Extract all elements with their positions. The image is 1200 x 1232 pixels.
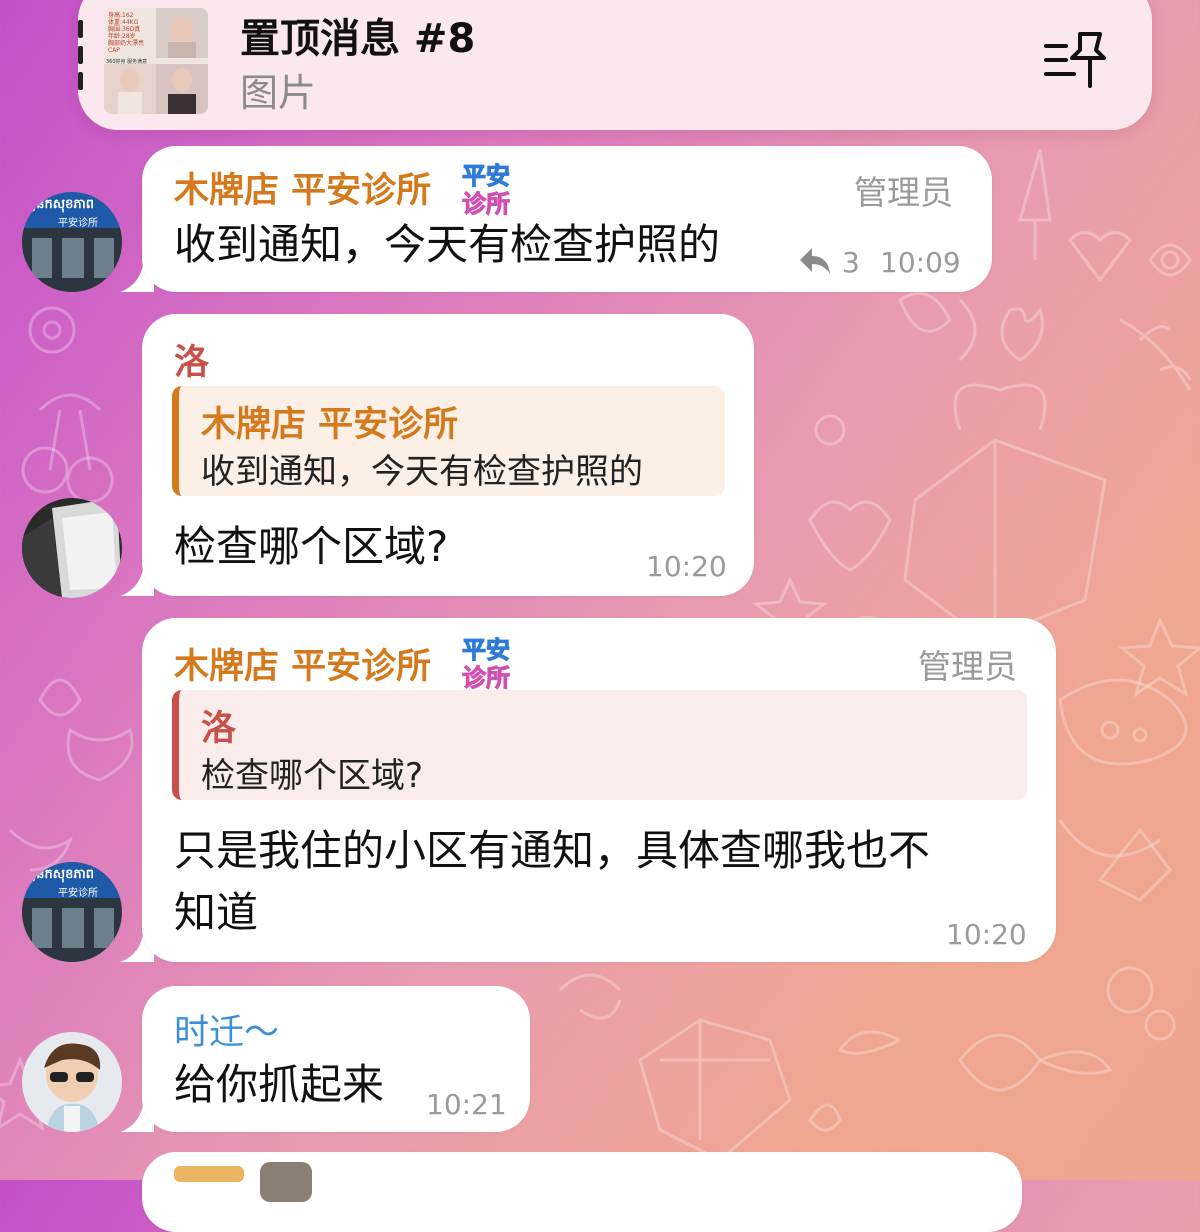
thumb-line: 360好身 服务满意 — [106, 59, 148, 65]
reply-count[interactable]: 3 — [842, 246, 860, 279]
admin-label: 管理员 — [854, 173, 953, 212]
sender-name[interactable]: 洛 — [174, 334, 209, 385]
quoted-text: 收到通知，今天有检查护照的 — [201, 452, 643, 492]
avatar-sign-text: គ្លីនិកសុខភាព — [28, 867, 95, 882]
quoted-sender: 洛 — [201, 709, 237, 749]
sender-name[interactable]: 木牌店 平安诊所 — [174, 162, 431, 213]
message-text: 给你抓起来 — [174, 1060, 385, 1109]
message-time: 10:20 — [946, 918, 1027, 951]
admin-label: 管理员 — [918, 647, 1017, 686]
avatar-sign-text: គ្លីនិកសុខភាព — [28, 197, 95, 212]
clinic-badge-icon: 平安 诊所 — [460, 156, 524, 219]
sender-avatar[interactable]: គ្លីនិកសុខភាព 平安诊所 — [22, 192, 122, 292]
avatar-sign-text: 平安诊所 — [58, 218, 98, 229]
quoted-sender: 木牌店 平安诊所 — [201, 405, 459, 445]
thumb-line: CAP — [108, 47, 120, 54]
message-bubble[interactable]: 洛 木牌店 平安诊所 收到通知，今天有检查护照的 检查哪个区域? 10:20 — [142, 314, 754, 596]
quoted-reply[interactable]: 木牌店 平安诊所 收到通知，今天有检查护照的 — [172, 386, 725, 496]
message-bubble[interactable]: 木牌店 平安诊所 平安 诊所 管理员 洛 检查哪个区域? 只是我住的小区有通知，… — [142, 618, 1056, 962]
message-time: 10:09 — [880, 246, 961, 279]
clinic-badge-icon: 平安 诊所 — [460, 630, 524, 693]
message-text: 收到通知，今天有检查护照的 — [174, 220, 721, 269]
message-bubble-partial[interactable] — [142, 1152, 1022, 1232]
sender-avatar[interactable] — [22, 498, 122, 598]
reply-arrow-icon — [798, 246, 832, 276]
message-time: 10:21 — [426, 1088, 507, 1121]
avatar-sign-text: 平安诊所 — [58, 888, 98, 899]
message-bubble[interactable]: 时迁～ 给你抓起来 10:21 — [142, 986, 530, 1132]
message-bubble[interactable]: 木牌店 平安诊所 平安 诊所 管理员 收到通知，今天有检查护照的 3 10:09 — [142, 146, 992, 292]
pinned-message-bar[interactable]: 身高:162 体重:44KG 胸围:36D真 年龄:28岁 胸部奶大漂亮 CAP… — [78, 0, 1152, 130]
pinned-title: 置顶消息 #8 — [240, 16, 476, 62]
message-time: 10:20 — [646, 550, 727, 583]
sender-name[interactable]: 时迁～ — [174, 1004, 279, 1055]
message-text-line: 知道 — [174, 888, 259, 937]
thumb-line: 胸围:36D真 — [108, 26, 141, 33]
sender-avatar[interactable] — [22, 1032, 122, 1132]
thumb-line: 胸部奶大漂亮 — [108, 40, 145, 47]
thumb-line: 身高:162 — [108, 12, 134, 19]
pinned-list-icon[interactable] — [1044, 30, 1108, 90]
message-text: 检查哪个区域? — [174, 522, 449, 571]
sender-sticker-icon — [260, 1162, 312, 1202]
sender-avatar[interactable]: គ្លីនិកសុខភាព 平安诊所 — [22, 862, 122, 962]
sender-name[interactable]: 木牌店 平安诊所 — [174, 638, 431, 689]
message-text-line: 只是我住的小区有通知，具体查哪我也不 — [174, 826, 931, 875]
badge-text: 诊所 — [462, 664, 511, 693]
pinned-subtitle: 图片 — [240, 71, 317, 115]
quoted-text: 检查哪个区域? — [201, 756, 424, 796]
quoted-reply[interactable]: 洛 检查哪个区域? — [172, 690, 1027, 800]
pinned-thumbnail: 身高:162 体重:44KG 胸围:36D真 年龄:28岁 胸部奶大漂亮 CAP… — [104, 8, 208, 114]
thumb-line: 年龄:28岁 — [108, 33, 136, 40]
thumb-line: 体重:44KG — [108, 19, 139, 26]
pinned-indicator — [78, 20, 83, 100]
